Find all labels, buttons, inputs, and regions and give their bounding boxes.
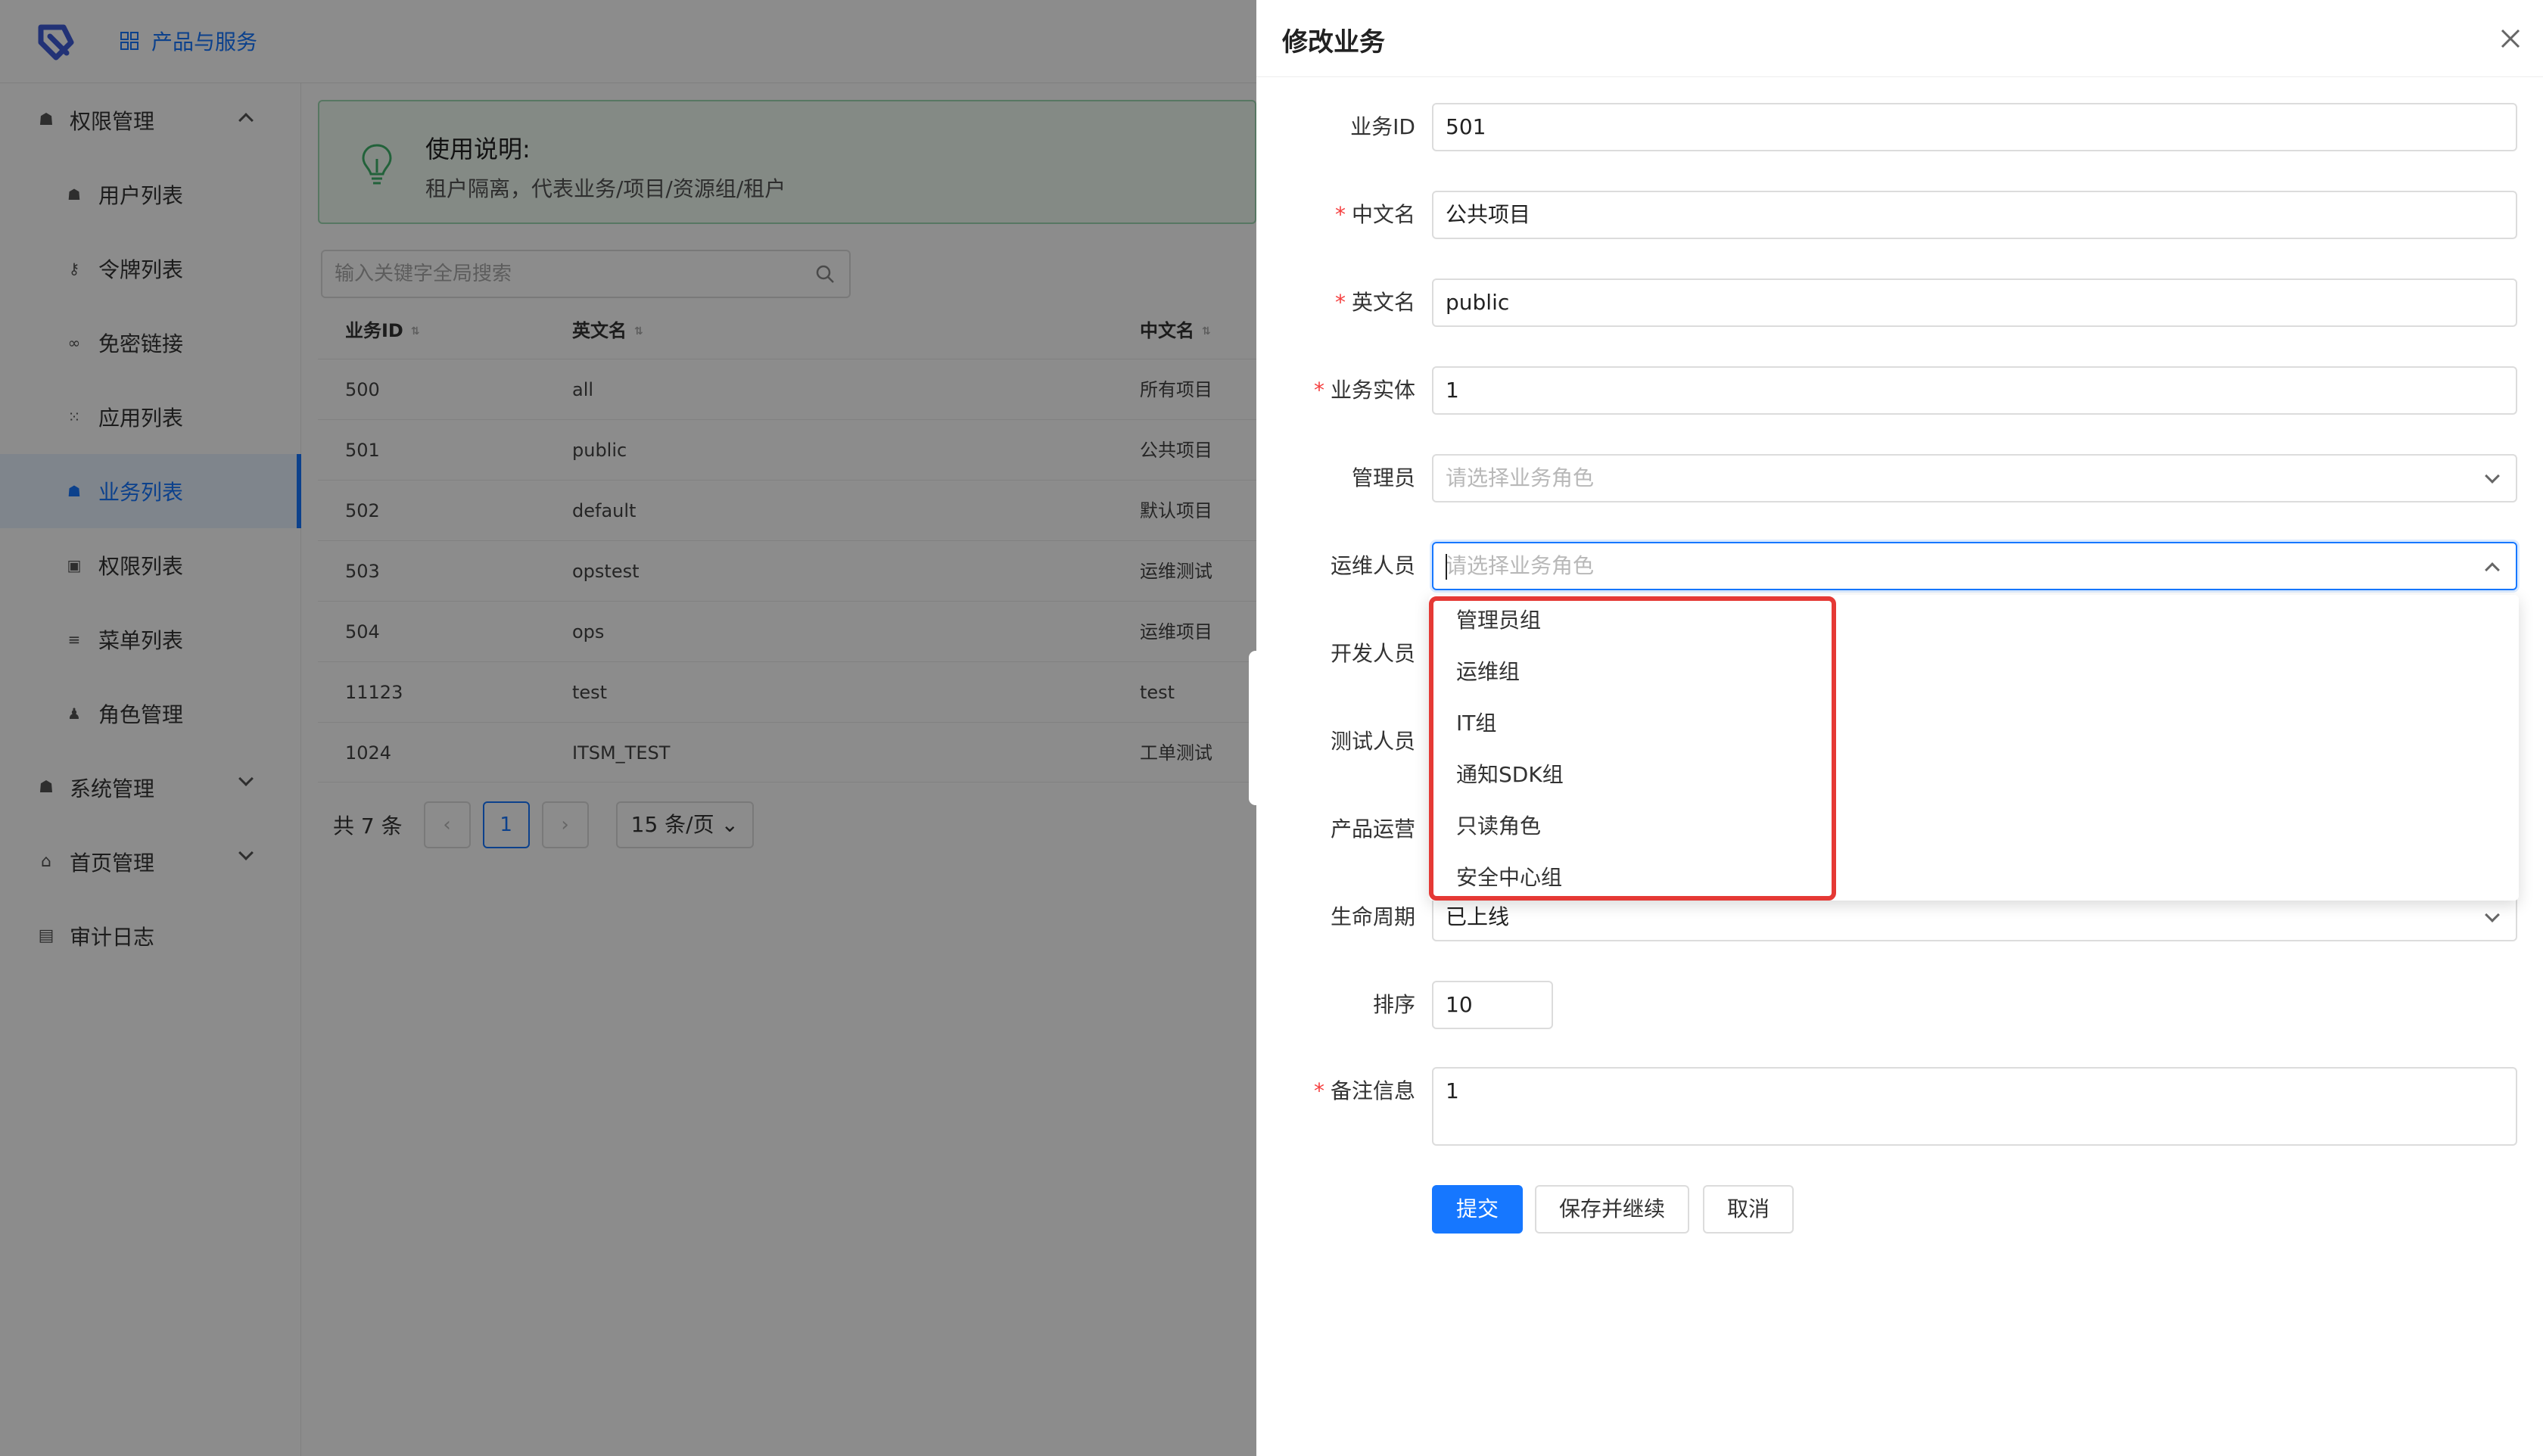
drawer-title: 修改业务 bbox=[1282, 27, 1385, 58]
form-row-entity: * 业务实体 1 bbox=[1256, 366, 2543, 415]
ops-role-dropdown: 管理员组 运维组 IT组 通知SDK组 只读角色 安全中心组 bbox=[1429, 595, 2519, 901]
business-id-field[interactable]: 501 bbox=[1432, 103, 2517, 151]
dropdown-option[interactable]: 安全中心组 bbox=[1429, 852, 2519, 901]
required-mark: * bbox=[1313, 378, 1324, 403]
field-label: * 业务实体 bbox=[1314, 366, 1415, 415]
field-label: 管理员 bbox=[1352, 454, 1415, 502]
field-label: * 中文名 bbox=[1335, 191, 1415, 239]
form-row-en-name: * 英文名 public bbox=[1256, 278, 2543, 327]
drawer-header: 修改业务 bbox=[1256, 0, 2543, 77]
field-label: 开发人员 bbox=[1331, 630, 1415, 678]
form-row-admin: 管理员 请选择业务角色 bbox=[1256, 454, 2543, 502]
ops-select[interactable]: 请选择业务角色 bbox=[1432, 542, 2517, 590]
label-text: 产品运营 bbox=[1330, 817, 1415, 842]
field-label: 排序 bbox=[1373, 981, 1415, 1029]
label-text: 管理员 bbox=[1351, 465, 1415, 490]
label-text: 中文名 bbox=[1351, 202, 1415, 227]
field-label: * 英文名 bbox=[1335, 278, 1415, 327]
field-label: * 备注信息 bbox=[1314, 1067, 1415, 1115]
drawer-resize-handle[interactable] bbox=[1249, 651, 1262, 805]
chevron-down-icon bbox=[2485, 468, 2500, 484]
field-label: 生命周期 bbox=[1331, 893, 1415, 941]
label-text: 备注信息 bbox=[1330, 1078, 1415, 1103]
required-mark: * bbox=[1334, 290, 1346, 315]
admin-select[interactable]: 请选择业务角色 bbox=[1432, 454, 2517, 502]
dropdown-option[interactable]: 通知SDK组 bbox=[1429, 749, 2519, 801]
form-row-order: 排序 10 bbox=[1256, 981, 2543, 1029]
order-field[interactable]: 10 bbox=[1432, 981, 1553, 1029]
dropdown-option[interactable]: 只读角色 bbox=[1429, 801, 2519, 852]
label-text: 业务实体 bbox=[1330, 378, 1415, 403]
label-text: 业务ID bbox=[1350, 114, 1415, 139]
chevron-down-icon bbox=[2485, 907, 2500, 922]
chinese-name-field[interactable]: 公共项目 bbox=[1432, 191, 2517, 239]
label-text: 测试人员 bbox=[1330, 729, 1415, 754]
form-row-id: 业务ID 501 bbox=[1256, 103, 2543, 151]
field-label: 运维人员 bbox=[1331, 542, 1415, 590]
text-cursor bbox=[1446, 554, 1447, 580]
label-text: 运维人员 bbox=[1330, 553, 1415, 578]
field-label: 业务ID bbox=[1350, 103, 1415, 151]
english-name-field[interactable]: public bbox=[1432, 278, 2517, 327]
form-row-cn-name: * 中文名 公共项目 bbox=[1256, 191, 2543, 239]
field-label: 产品运营 bbox=[1331, 805, 1415, 854]
business-entity-field[interactable]: 1 bbox=[1432, 366, 2517, 415]
dropdown-option[interactable]: 管理员组 bbox=[1429, 595, 2519, 646]
label-text: 排序 bbox=[1372, 992, 1415, 1017]
label-text: 生命周期 bbox=[1330, 904, 1415, 929]
select-placeholder: 请选择业务角色 bbox=[1446, 553, 1595, 578]
form-row-ops: 运维人员 请选择业务角色 bbox=[1256, 542, 2543, 590]
dropdown-option[interactable]: IT组 bbox=[1429, 698, 2519, 749]
cancel-button[interactable]: 取消 bbox=[1703, 1185, 1794, 1234]
required-mark: * bbox=[1313, 1078, 1324, 1103]
save-continue-button[interactable]: 保存并继续 bbox=[1535, 1185, 1690, 1234]
submit-button[interactable]: 提交 bbox=[1432, 1185, 1524, 1234]
chevron-up-icon bbox=[2485, 562, 2500, 577]
select-placeholder: 请选择业务角色 bbox=[1446, 465, 1595, 490]
dropdown-option[interactable]: 运维组 bbox=[1429, 646, 2519, 698]
required-mark: * bbox=[1334, 202, 1346, 227]
field-label: 测试人员 bbox=[1331, 717, 1415, 766]
label-text: 英文名 bbox=[1351, 290, 1415, 315]
select-value: 已上线 bbox=[1446, 904, 1510, 929]
close-icon[interactable] bbox=[2498, 26, 2523, 51]
label-text: 开发人员 bbox=[1330, 641, 1415, 666]
form-row-remark: * 备注信息 1 bbox=[1256, 1067, 2543, 1146]
remark-textarea[interactable]: 1 bbox=[1432, 1067, 2517, 1146]
